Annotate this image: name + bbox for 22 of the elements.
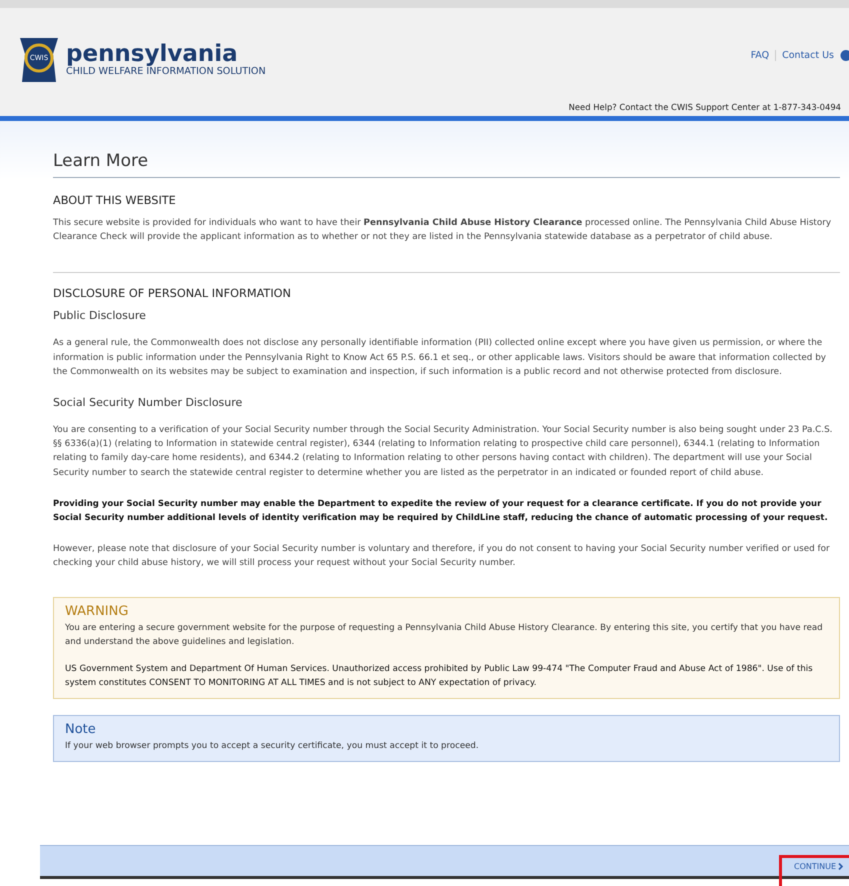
body-paragraph: This secure website is provided for individuals who want to have their Pennsylvania Child Abuse History Clearance processed online. The Pennsylvania Child Abuse History Clearance Check will provide the applicant information as to whether or not they are listed in the Pennsylvania statewide database as a perpetrator of child abuse. — [53, 217, 832, 244]
body-paragraph: However, please note that disclosure of your Social Security number is voluntary and therefore, if you do not consent to having your Social Security number verified or used for checking your child abuse history, we will still process your request without your Social Security number. — [53, 543, 831, 570]
callout-text: You are entering a secure government website for the purpose of requesting a Pennsylvania Child Abuse History Clearance. By entering this site, you certify that you have read and understand the above guidelines and legislation. — [65, 622, 824, 649]
body-paragraph: Providing your Social Security number may enable the Department to expedite the review of your request for a clearance certificate. If you do not provide your Social Security number additional levels of identity verification may be required by ChildLine staff, reducing the chance of automatic processing of your request. — [53, 498, 829, 526]
body-paragraph: You are consenting to a verification of your Social Security number through the Social Security Administration. Your Social Security number is also being sought under 23 Pa.C.S. §§ 6336(a)(1) (relating to Information in statewide central register), 6344 (relating to Information relating to prospective child care personnel), 6344.1 (relating to Information relating to family day-care home residents), and 6344.2 (relating to Information relating to other persons having contact with children). The department will use your Social Security number to search the statewide central register to determine whether you are listed as the perpetrator in an indicated or founded report of child abuse. — [53, 424, 834, 480]
state-name: pennsylvania — [66, 42, 238, 66]
page-title: Learn More — [53, 151, 840, 178]
continue-button[interactable]: CONTINUE — [794, 860, 843, 872]
info-icon — [840, 50, 849, 61]
section-heading: DISCLOSURE OF PERSONAL INFORMATION — [53, 287, 292, 300]
callout-title: WARNING — [65, 604, 130, 619]
callout-text: US Government System and Department Of Human Services. Unauthorized access prohibited by Public Law 99-474 "The Computer Fraud and Abuse Act of 1986". Use of this system constitutes CONSENT TO MONITORING AT ALL TIMES and is not subject to ANY expectation of privacy. — [65, 662, 814, 690]
body-paragraph: As a general rule, the Commonwealth does not disclose any personally identifiable information (PII) collected online except where you have given us permission, or where the information is public information under the Pennsylvania Right to Know Act 65 P.S. 66.1 et seq., or other applicable laws. Visitors should be aware that information collected by the Commonwealth on its websites may be subject to examination and inspection, if such information is a public record and not otherwise protected from disclosure. — [53, 337, 827, 379]
chevron-icon — [838, 862, 843, 870]
callout-text: If your web browser prompts you to accept a security certificate, you must accept it to proceed. — [65, 740, 480, 753]
help-text: Need Help? Contact the CWIS Support Center at 1-877-343-0494 — [568, 102, 841, 112]
program-name: CHILD WELFARE INFORMATION SOLUTION — [66, 66, 266, 78]
section-heading: ABOUT THIS WEBSITE — [53, 194, 177, 207]
subsection-heading: Public Disclosure — [53, 309, 147, 322]
header-link[interactable]: FAQ — [744, 50, 776, 61]
callout-title: Note — [65, 722, 97, 737]
subsection-heading: Social Security Number Disclosure — [53, 396, 244, 410]
